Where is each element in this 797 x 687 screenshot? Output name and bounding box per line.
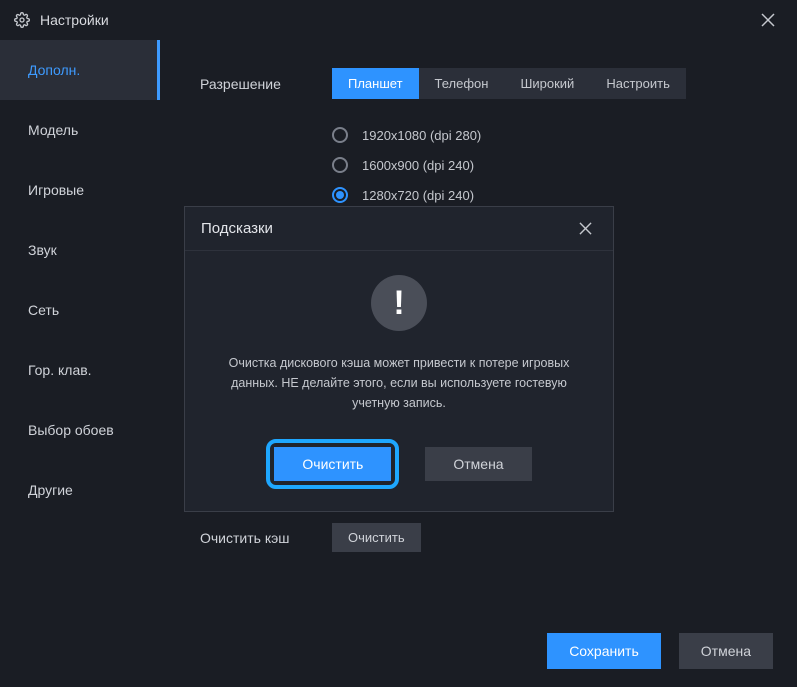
titlebar: Настройки [0, 0, 797, 40]
sidebar-item-model[interactable]: Модель [0, 100, 160, 160]
modal-actions: Очистить Отмена [213, 439, 585, 489]
footer: Сохранить Отмена [0, 615, 797, 687]
radio-1920x1080[interactable]: 1920x1080 (dpi 280) [332, 127, 481, 143]
modal-cancel-button[interactable]: Отмена [425, 447, 531, 481]
sidebar-item-label: Другие [28, 482, 73, 498]
window-close-button[interactable] [753, 5, 783, 35]
resolution-radio-group: 1920x1080 (dpi 280) 1600x900 (dpi 240) 1… [332, 123, 481, 203]
sidebar-item-game[interactable]: Игровые [0, 160, 160, 220]
hints-modal: Подсказки ! Очистка дискового кэша может… [184, 206, 614, 512]
sidebar-item-label: Дополн. [28, 62, 80, 78]
sidebar-item-sound[interactable]: Звук [0, 220, 160, 280]
radio-label: 1280x720 (dpi 240) [362, 188, 474, 203]
tab-custom[interactable]: Настроить [590, 68, 686, 99]
sidebar-item-hotkeys[interactable]: Гор. клав. [0, 340, 160, 400]
sidebar-item-advanced[interactable]: Дополн. [0, 40, 160, 100]
sidebar-item-other[interactable]: Другие [0, 460, 160, 520]
window-title: Настройки [40, 12, 109, 28]
modal-title: Подсказки [201, 220, 273, 237]
clear-cache-label: Очистить кэш [200, 530, 332, 546]
gear-icon [14, 12, 30, 28]
warning-glyph: ! [393, 284, 404, 323]
tab-phone[interactable]: Телефон [419, 68, 505, 99]
tab-wide[interactable]: Широкий [504, 68, 590, 99]
radio-1600x900[interactable]: 1600x900 (dpi 240) [332, 157, 481, 173]
save-button[interactable]: Сохранить [547, 633, 661, 669]
sidebar-item-label: Гор. клав. [28, 362, 92, 378]
modal-message: Очистка дискового кэша может привести к … [213, 353, 585, 413]
radio-label: 1600x900 (dpi 240) [362, 158, 474, 173]
modal-header: Подсказки [185, 207, 613, 251]
radio-icon [332, 157, 348, 173]
clear-cache-row: Очистить кэш Очистить [200, 523, 761, 552]
sidebar-item-label: Выбор обоев [28, 422, 114, 438]
sidebar-item-wallpaper[interactable]: Выбор обоев [0, 400, 160, 460]
resolution-row: Разрешение Планшет Телефон Широкий Настр… [200, 68, 761, 99]
modal-body: ! Очистка дискового кэша может привести … [185, 251, 613, 511]
titlebar-left: Настройки [14, 12, 109, 28]
resolution-label: Разрешение [200, 68, 332, 92]
radio-label: 1920x1080 (dpi 280) [362, 128, 481, 143]
radio-icon [332, 127, 348, 143]
sidebar-item-label: Сеть [28, 302, 59, 318]
confirm-highlight: Очистить [266, 439, 399, 489]
resolution-tabs: Планшет Телефон Широкий Настроить [332, 68, 686, 99]
sidebar-item-label: Модель [28, 122, 78, 138]
radio-icon [332, 187, 348, 203]
warning-icon: ! [371, 275, 427, 331]
sidebar-item-label: Звук [28, 242, 57, 258]
resolution-options-row: 1920x1080 (dpi 280) 1600x900 (dpi 240) 1… [200, 123, 761, 203]
spacer [200, 123, 332, 131]
tab-tablet[interactable]: Планшет [332, 68, 419, 99]
sidebar-item-network[interactable]: Сеть [0, 280, 160, 340]
clear-cache-button[interactable]: Очистить [332, 523, 421, 552]
sidebar: Дополн. Модель Игровые Звук Сеть Гор. кл… [0, 40, 160, 615]
modal-close-button[interactable] [573, 217, 597, 241]
radio-1280x720[interactable]: 1280x720 (dpi 240) [332, 187, 481, 203]
sidebar-item-label: Игровые [28, 182, 84, 198]
modal-confirm-button[interactable]: Очистить [274, 447, 391, 481]
cancel-button[interactable]: Отмена [679, 633, 773, 669]
